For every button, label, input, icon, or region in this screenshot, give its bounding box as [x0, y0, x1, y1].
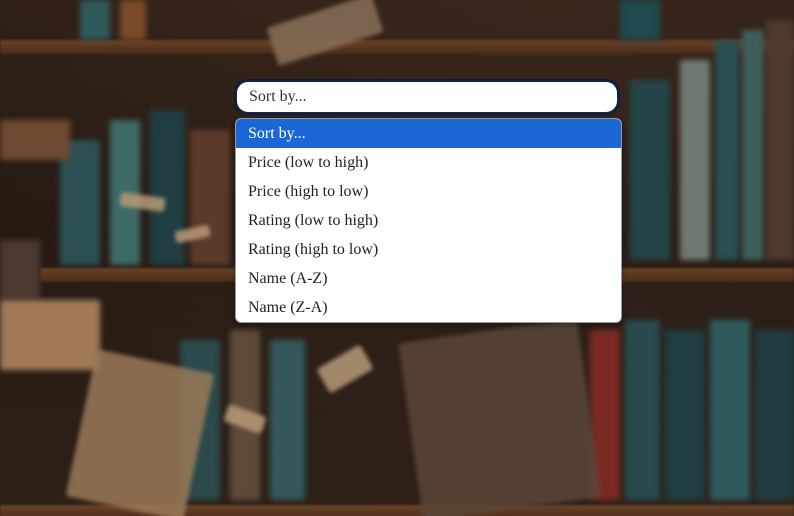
sort-option-rating-low-high[interactable]: Rating (low to high): [236, 206, 621, 235]
book: [680, 60, 710, 260]
sort-option-rating-high-low[interactable]: Rating (high to low): [236, 235, 621, 264]
sort-select-value: Sort by...: [249, 88, 307, 105]
sort-select[interactable]: Sort by...: [235, 80, 619, 114]
book: [270, 340, 305, 500]
book: [625, 320, 660, 500]
book: [620, 0, 660, 40]
sort-option-price-low-high[interactable]: Price (low to high): [236, 148, 621, 177]
book: [766, 20, 794, 260]
book: [80, 0, 110, 40]
book: [120, 0, 146, 40]
sort-option-name-z-a[interactable]: Name (Z-A): [236, 293, 621, 322]
flying-page: [266, 0, 384, 67]
book: [755, 330, 794, 500]
book: [630, 80, 670, 260]
sort-dropdown-list: Sort by... Price (low to high) Price (hi…: [235, 118, 622, 323]
book: [190, 130, 230, 265]
book: [0, 240, 40, 300]
book: [715, 40, 739, 260]
book: [0, 120, 70, 160]
flying-page: [316, 344, 374, 394]
sort-option-default[interactable]: Sort by...: [236, 119, 621, 148]
shelf: [0, 40, 794, 54]
book: [710, 320, 750, 500]
book: [665, 330, 705, 500]
sort-option-price-high-low[interactable]: Price (high to low): [236, 177, 621, 206]
book: [742, 30, 764, 260]
book: [0, 300, 100, 370]
sort-option-name-a-z[interactable]: Name (A-Z): [236, 264, 621, 293]
flying-page: [398, 318, 602, 516]
